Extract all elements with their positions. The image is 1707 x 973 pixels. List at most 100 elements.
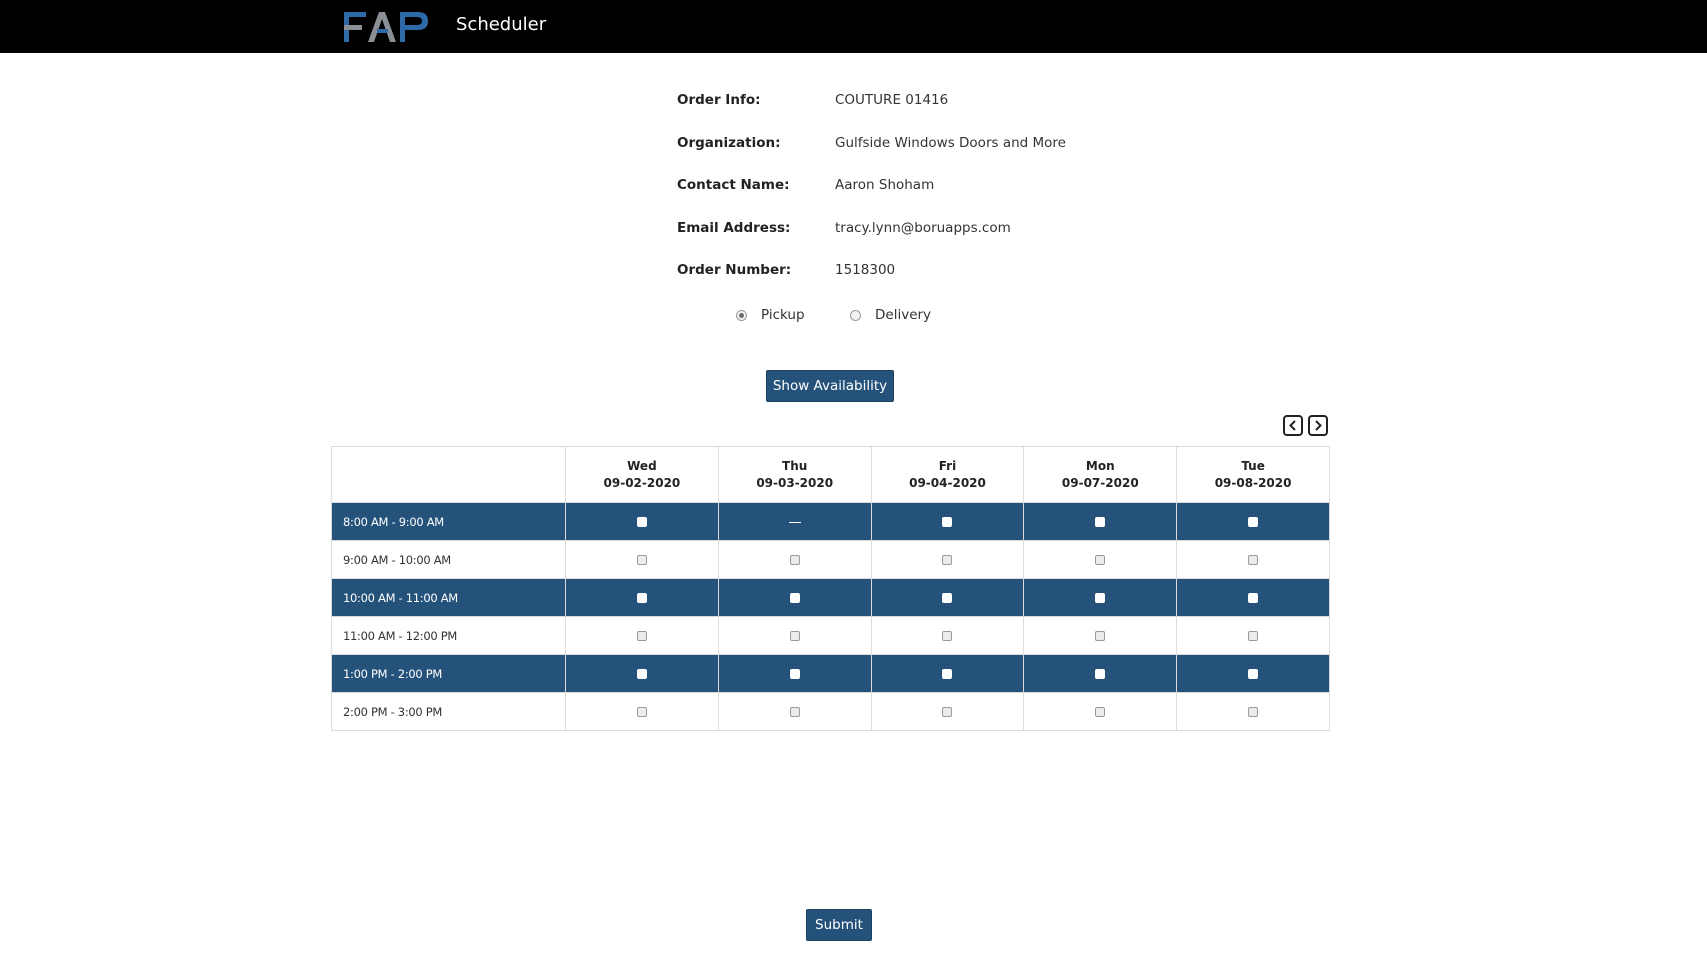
day-column-header: Tue 09-08-2020	[1176, 446, 1330, 503]
time-slot-row: 1:00 PM - 2:00 PM	[331, 654, 1330, 693]
slot-cell	[1176, 692, 1330, 731]
time-slot-label: 2:00 PM - 3:00 PM	[331, 692, 566, 731]
next-week-button[interactable]	[1308, 415, 1328, 436]
slot-checkbox[interactable]	[1248, 668, 1259, 679]
slot-checkbox[interactable]	[1248, 516, 1259, 527]
day-date: 09-03-2020	[756, 475, 834, 490]
slot-checkbox[interactable]	[942, 516, 953, 527]
slot-cell	[1176, 578, 1330, 617]
day-date: 09-04-2020	[909, 475, 986, 490]
chevron-right-icon	[1315, 420, 1322, 431]
slot-checkbox[interactable]	[789, 706, 800, 717]
time-slot-row: 11:00 AM - 12:00 PM	[331, 616, 1330, 655]
delivery-label: Delivery	[875, 307, 932, 323]
slot-cell	[1023, 502, 1178, 541]
time-slot-label: 8:00 AM - 9:00 AM	[331, 502, 566, 541]
slot-checkbox[interactable]	[1095, 668, 1106, 679]
slot-checkbox[interactable]	[942, 554, 953, 565]
slot-checkbox[interactable]	[942, 630, 953, 641]
delivery-radio[interactable]	[850, 309, 861, 321]
slot-checkbox[interactable]	[636, 592, 647, 603]
slot-checkbox[interactable]	[1248, 706, 1259, 717]
day-name: Thu	[782, 458, 808, 473]
slot-checkbox[interactable]	[942, 668, 953, 679]
slot-cell	[1023, 540, 1178, 579]
pickup-option[interactable]: Pickup	[736, 305, 805, 325]
slot-cell	[1176, 540, 1330, 579]
schedule-body: 8:00 AM - 9:00 AM 9:00 AM - 10:00 AM 10:00…	[331, 502, 1330, 731]
slot-cell	[717, 540, 872, 579]
email-address-label: Email Address:	[677, 220, 791, 236]
unavailable-dash-icon	[788, 522, 801, 523]
slot-cell	[1176, 502, 1330, 541]
top-navbar: Scheduler	[0, 0, 1707, 53]
submit-button[interactable]: Submit	[806, 909, 872, 941]
slot-cell	[717, 692, 872, 731]
day-column-header: Mon 09-07-2020	[1023, 446, 1178, 503]
slot-cell	[565, 502, 719, 541]
app-title: Scheduler	[456, 14, 547, 35]
day-column-header: Fri 09-04-2020	[870, 446, 1025, 503]
slot-checkbox[interactable]	[1248, 592, 1259, 603]
slot-cell	[1023, 578, 1178, 617]
delivery-option[interactable]: Delivery	[850, 305, 931, 325]
order-info-value: COUTURE 01416	[835, 92, 949, 108]
slot-checkbox[interactable]	[942, 706, 953, 717]
slot-cell	[870, 540, 1025, 579]
slot-checkbox[interactable]	[636, 668, 647, 679]
time-slot-row: 2:00 PM - 3:00 PM	[331, 692, 1330, 731]
slot-cell	[565, 578, 719, 617]
order-info-label: Order Info:	[677, 92, 761, 108]
time-slot-label: 11:00 AM - 12:00 PM	[331, 616, 566, 655]
chevron-left-icon	[1289, 420, 1296, 431]
slot-cell	[565, 692, 719, 731]
table-header-row: Wed 09-02-2020 Thu 09-03-2020 Fri 09-04-2020 M…	[331, 446, 1330, 503]
slot-checkbox[interactable]	[1095, 630, 1106, 641]
slot-checkbox[interactable]	[1095, 706, 1106, 717]
day-date: 09-02-2020	[603, 475, 681, 490]
day-name: Fri	[938, 458, 957, 473]
time-slot-label: 9:00 AM - 10:00 AM	[331, 540, 566, 579]
slot-checkbox[interactable]	[636, 706, 647, 717]
slot-checkbox[interactable]	[636, 554, 647, 565]
slot-checkbox[interactable]	[1248, 554, 1259, 565]
slot-checkbox[interactable]	[789, 554, 800, 565]
day-name: Mon	[1085, 458, 1115, 473]
slot-cell	[870, 616, 1025, 655]
order-number-label: Order Number:	[677, 262, 792, 278]
day-column-header: Wed 09-02-2020	[565, 446, 719, 503]
slot-checkbox[interactable]	[789, 668, 800, 679]
slot-checkbox[interactable]	[789, 630, 800, 641]
slot-cell	[1176, 654, 1330, 693]
slot-checkbox[interactable]	[636, 630, 647, 641]
slot-checkbox[interactable]	[1248, 630, 1259, 641]
slot-cell	[565, 616, 719, 655]
previous-week-button[interactable]	[1283, 415, 1303, 436]
slot-cell	[870, 654, 1025, 693]
slot-cell	[717, 578, 872, 617]
time-slot-label: 10:00 AM - 11:00 AM	[331, 578, 566, 617]
show-availability-button[interactable]: Show Availability	[766, 370, 894, 402]
time-slot-row: 10:00 AM - 11:00 AM	[331, 578, 1330, 617]
contact-name-label: Contact Name:	[677, 177, 790, 193]
slot-checkbox[interactable]	[1095, 592, 1106, 603]
pickup-label: Pickup	[761, 307, 805, 323]
slot-cell	[1023, 654, 1178, 693]
slot-checkbox[interactable]	[942, 592, 953, 603]
slot-cell	[870, 502, 1025, 541]
pickup-radio[interactable]	[736, 309, 747, 321]
day-date: 09-08-2020	[1214, 475, 1292, 490]
slot-checkbox[interactable]	[789, 592, 800, 603]
slot-checkbox[interactable]	[1095, 516, 1106, 527]
fap-logo	[344, 12, 428, 42]
slot-checkbox[interactable]	[636, 516, 647, 527]
day-name: Wed	[627, 458, 657, 473]
organization-value: Gulfside Windows Doors and More	[835, 135, 1066, 151]
slot-checkbox[interactable]	[1095, 554, 1106, 565]
slot-cell	[870, 692, 1025, 731]
day-name: Tue	[1241, 458, 1265, 473]
slot-cell	[1023, 692, 1178, 731]
slot-cell	[565, 540, 719, 579]
slot-cell	[565, 654, 719, 693]
slot-cell	[1023, 616, 1178, 655]
